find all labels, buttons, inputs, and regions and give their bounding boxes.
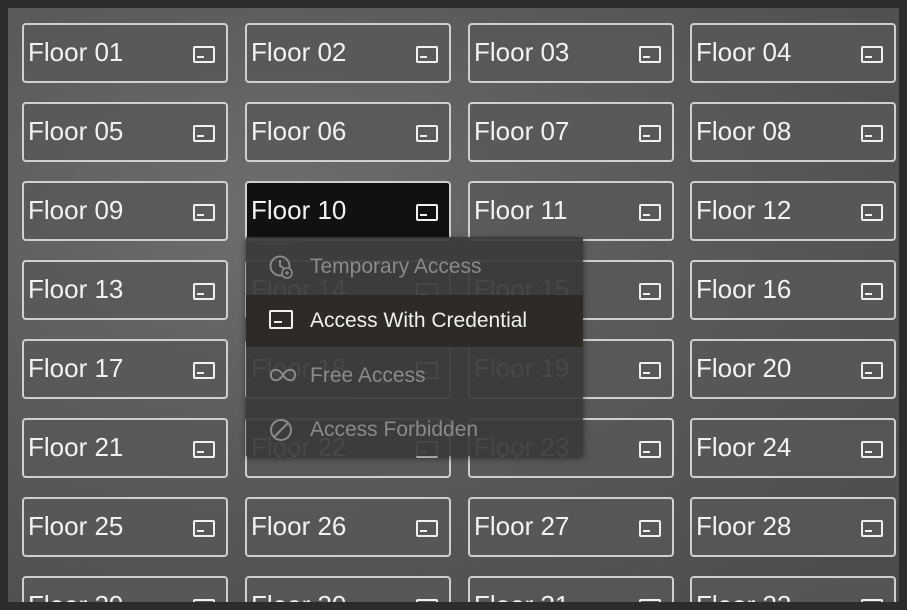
floor-label: Floor 27 xyxy=(474,511,570,541)
card-icon[interactable] xyxy=(860,361,884,386)
menu-item-label: Access With Credential xyxy=(310,309,528,332)
floor-access-panel: Floor 01 Floor 02 Floor 03 Floor 04 Floor 05… xyxy=(8,8,899,602)
card-icon[interactable] xyxy=(860,203,884,228)
floor-tile-02[interactable]: Floor 02 xyxy=(245,23,451,83)
floor-tile-32[interactable]: Floor 32 xyxy=(690,576,896,602)
card-icon[interactable] xyxy=(638,519,662,544)
floor-label: Floor 01 xyxy=(28,37,124,67)
card-icon[interactable] xyxy=(415,203,439,228)
floor-label: Floor 21 xyxy=(28,432,124,462)
menu-item-free-access[interactable]: Free Access xyxy=(246,350,583,402)
access-mode-menu: Temporary Access Access With Credential … xyxy=(246,237,583,456)
card-icon[interactable] xyxy=(192,361,216,386)
floor-tile-29[interactable]: Floor 29 xyxy=(22,576,228,602)
clock-icon xyxy=(268,254,294,286)
card-icon[interactable] xyxy=(192,45,216,70)
floor-tile-20[interactable]: Floor 20 xyxy=(690,339,896,399)
menu-item-label: Temporary Access xyxy=(310,255,482,278)
floor-tile-26[interactable]: Floor 26 xyxy=(245,497,451,557)
floor-label: Floor 05 xyxy=(28,116,124,146)
floor-label: Floor 02 xyxy=(251,37,347,67)
floor-label: Floor 10 xyxy=(251,195,347,225)
floor-label: Floor 13 xyxy=(28,274,124,304)
floor-label: Floor 28 xyxy=(696,511,792,541)
menu-item-access-forbidden[interactable]: Access Forbidden xyxy=(246,404,583,456)
floor-label: Floor 12 xyxy=(696,195,792,225)
card-icon[interactable] xyxy=(860,45,884,70)
floor-label: Floor 29 xyxy=(28,590,123,602)
floor-tile-13[interactable]: Floor 13 xyxy=(22,260,228,320)
floor-tile-11[interactable]: Floor 11 xyxy=(468,181,674,241)
card-icon[interactable] xyxy=(192,598,216,602)
card-icon[interactable] xyxy=(638,203,662,228)
floor-tile-25[interactable]: Floor 25 xyxy=(22,497,228,557)
card-icon[interactable] xyxy=(860,282,884,307)
floor-tile-12[interactable]: Floor 12 xyxy=(690,181,896,241)
floor-tile-10[interactable]: Floor 10 xyxy=(245,181,451,241)
menu-item-label: Free Access xyxy=(310,364,426,387)
card-icon[interactable] xyxy=(638,440,662,465)
floor-tile-08[interactable]: Floor 08 xyxy=(690,102,896,162)
floor-tile-05[interactable]: Floor 05 xyxy=(22,102,228,162)
floor-tile-21[interactable]: Floor 21 xyxy=(22,418,228,478)
card-icon[interactable] xyxy=(860,519,884,544)
menu-item-access-with-credential[interactable]: Access With Credential xyxy=(246,295,583,347)
floor-tile-17[interactable]: Floor 17 xyxy=(22,339,228,399)
card-icon[interactable] xyxy=(192,440,216,465)
floor-label: Floor 07 xyxy=(474,116,570,146)
card-icon[interactable] xyxy=(638,361,662,386)
floor-label: Floor 11 xyxy=(474,195,568,225)
floor-tile-01[interactable]: Floor 01 xyxy=(22,23,228,83)
floor-tile-03[interactable]: Floor 03 xyxy=(468,23,674,83)
card-icon xyxy=(268,308,294,338)
card-icon[interactable] xyxy=(638,124,662,149)
forbidden-icon xyxy=(268,417,294,449)
card-icon[interactable] xyxy=(415,598,439,602)
floor-tile-31[interactable]: Floor 31 xyxy=(468,576,674,602)
card-icon[interactable] xyxy=(860,440,884,465)
floor-tile-28[interactable]: Floor 28 xyxy=(690,497,896,557)
floor-label: Floor 31 xyxy=(474,590,569,602)
floor-label: Floor 17 xyxy=(28,353,124,383)
menu-item-label: Access Forbidden xyxy=(310,418,479,441)
floor-tile-07[interactable]: Floor 07 xyxy=(468,102,674,162)
floor-label: Floor 08 xyxy=(696,116,792,146)
floor-tile-24[interactable]: Floor 24 xyxy=(690,418,896,478)
card-icon[interactable] xyxy=(415,45,439,70)
card-icon[interactable] xyxy=(192,203,216,228)
floor-tile-06[interactable]: Floor 06 xyxy=(245,102,451,162)
card-icon[interactable] xyxy=(192,282,216,307)
card-icon[interactable] xyxy=(638,598,662,602)
floor-tile-30[interactable]: Floor 30 xyxy=(245,576,451,602)
infinity-icon xyxy=(268,363,298,393)
floor-tile-09[interactable]: Floor 09 xyxy=(22,181,228,241)
floor-label: Floor 04 xyxy=(696,37,792,67)
card-icon[interactable] xyxy=(860,124,884,149)
floor-tile-16[interactable]: Floor 16 xyxy=(690,260,896,320)
floor-label: Floor 32 xyxy=(696,590,791,602)
floor-label: Floor 25 xyxy=(28,511,124,541)
card-icon[interactable] xyxy=(860,598,884,602)
card-icon[interactable] xyxy=(415,519,439,544)
card-icon[interactable] xyxy=(638,45,662,70)
card-icon[interactable] xyxy=(192,519,216,544)
floor-label: Floor 16 xyxy=(696,274,792,304)
floor-label: Floor 06 xyxy=(251,116,347,146)
floor-tile-27[interactable]: Floor 27 xyxy=(468,497,674,557)
floor-label: Floor 09 xyxy=(28,195,124,225)
floor-label: Floor 26 xyxy=(251,511,347,541)
card-icon[interactable] xyxy=(638,282,662,307)
card-icon[interactable] xyxy=(192,124,216,149)
floor-label: Floor 30 xyxy=(251,590,346,602)
card-icon[interactable] xyxy=(415,124,439,149)
floor-label: Floor 24 xyxy=(696,432,792,462)
menu-item-temporary-access[interactable]: Temporary Access xyxy=(246,241,583,293)
floor-label: Floor 03 xyxy=(474,37,570,67)
floor-tile-04[interactable]: Floor 04 xyxy=(690,23,896,83)
floor-label: Floor 20 xyxy=(696,353,792,383)
